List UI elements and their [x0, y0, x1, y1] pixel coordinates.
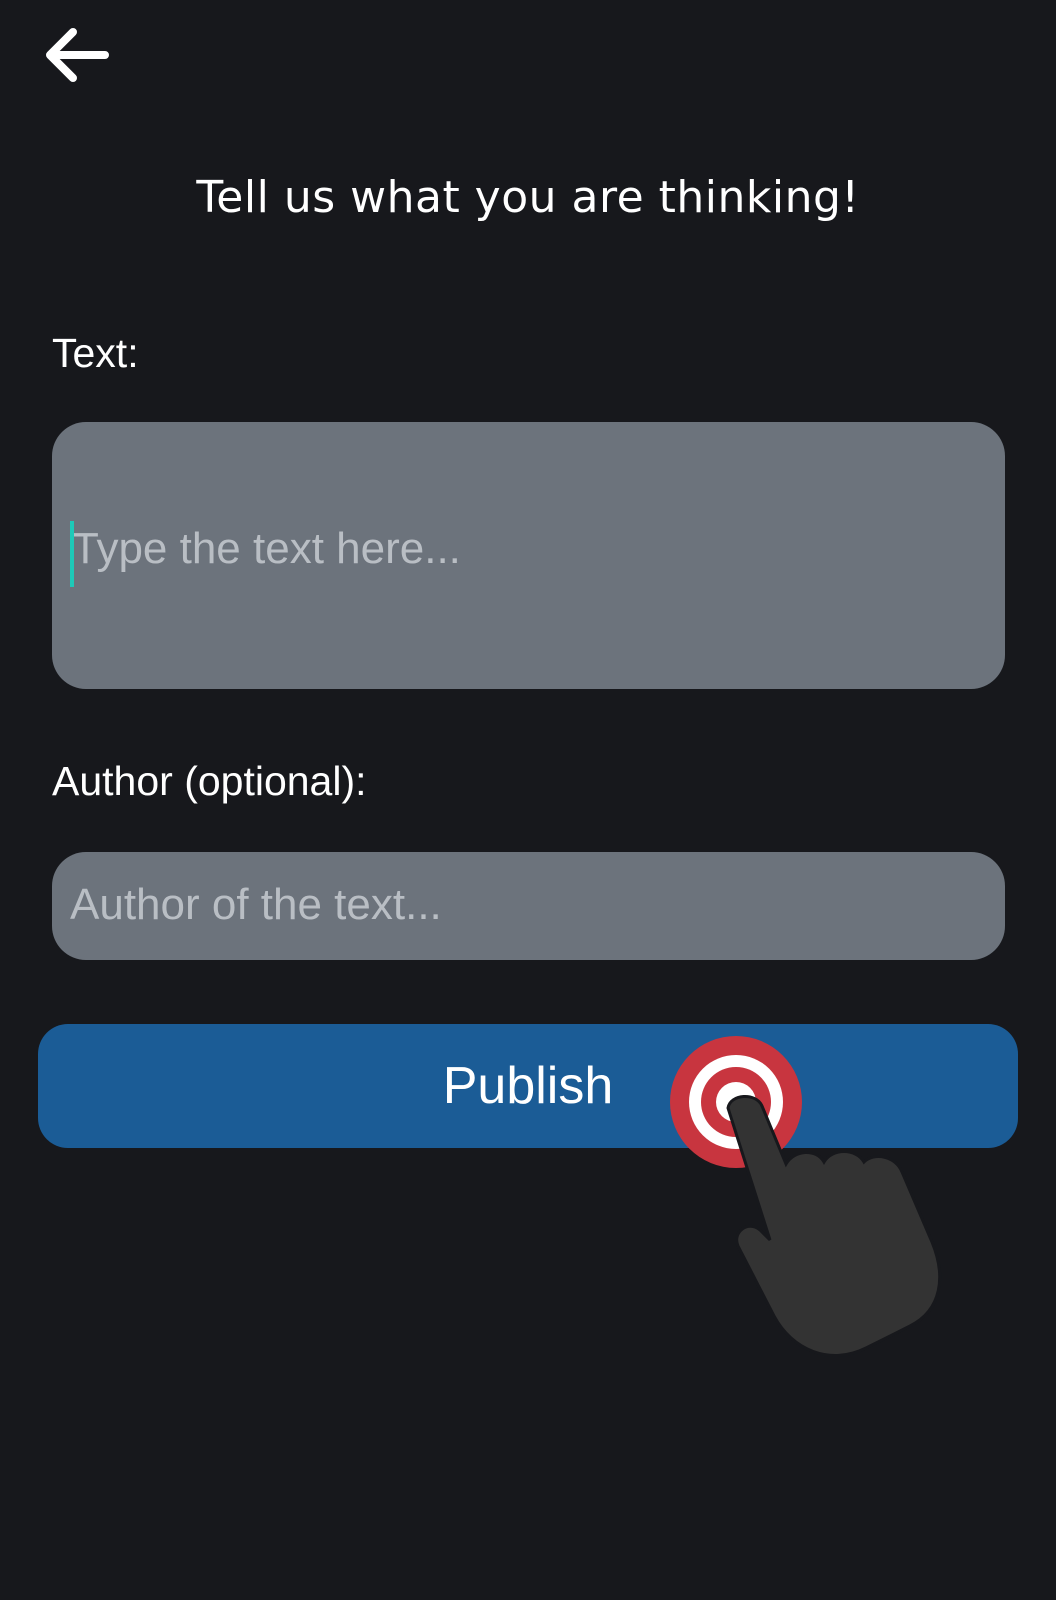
author-input-placeholder: Author of the text...	[70, 880, 442, 929]
arrow-left-icon	[46, 28, 109, 82]
text-input-placeholder: Type the text here...	[72, 524, 461, 573]
author-field-label: Author (optional):	[52, 758, 367, 804]
publish-button[interactable]: Publish	[38, 1024, 1018, 1148]
back-button[interactable]	[36, 22, 116, 88]
text-cursor	[70, 521, 74, 587]
text-field-label: Text:	[52, 330, 139, 376]
publish-button-label: Publish	[442, 1057, 614, 1115]
text-input[interactable]: Type the text here...	[52, 422, 1005, 689]
author-input[interactable]: Author of the text...	[52, 852, 1005, 960]
page-title: Tell us what you are thinking!	[196, 172, 860, 223]
